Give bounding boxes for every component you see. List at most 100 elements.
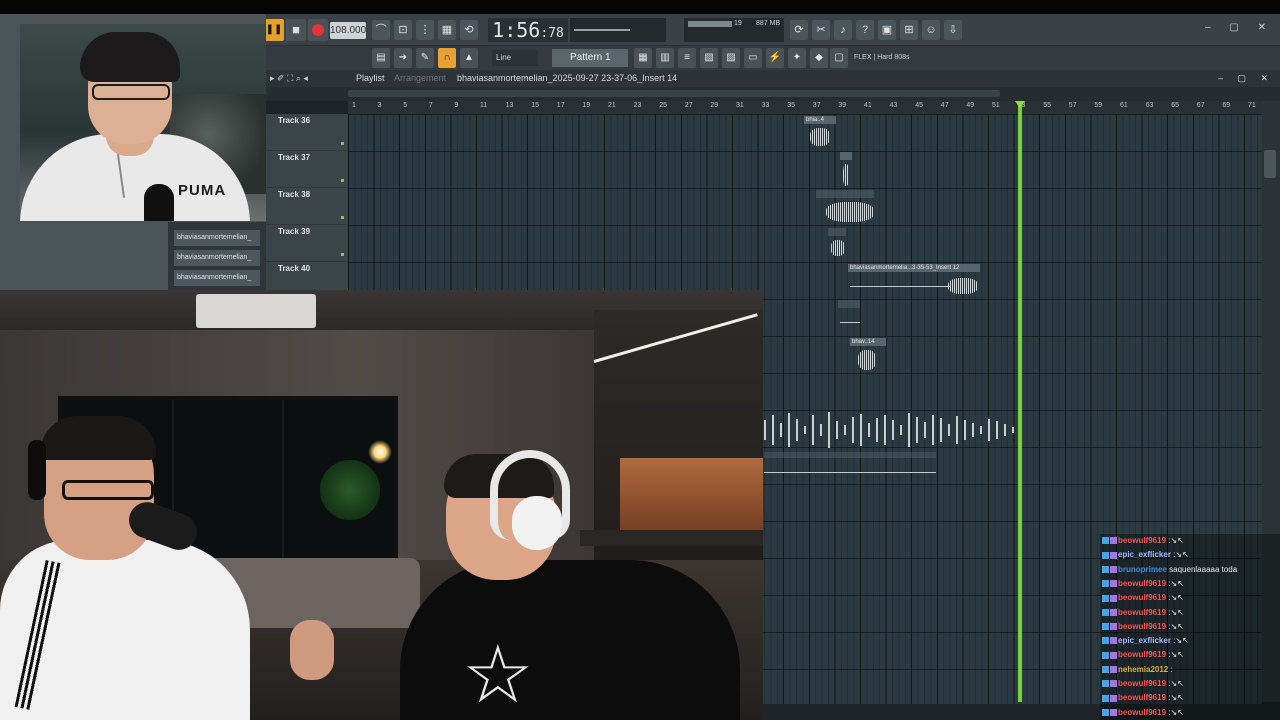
chat-username[interactable]: beowulf9619 [1118, 650, 1166, 659]
ruler-number: 9 [454, 102, 459, 109]
waveform-bar [884, 415, 886, 445]
playlist-icon[interactable]: ▦ [634, 48, 652, 68]
waveform-bar [940, 418, 942, 442]
save-icon[interactable]: ▣ [878, 20, 896, 40]
clip-waveform [843, 164, 849, 186]
wait-input-icon[interactable]: ⊡ [394, 20, 412, 40]
track-label: Track 39 [278, 227, 311, 236]
microphone-icon[interactable]: ♪ [834, 20, 852, 40]
chat-username[interactable]: epic_exflicker [1118, 636, 1171, 645]
arrangement-label[interactable]: Arrangement [394, 70, 446, 87]
track-status-dot[interactable] [341, 179, 344, 182]
browser-item[interactable]: bhaviasanmortemelian_ [174, 230, 260, 246]
snap-line-select[interactable]: Line [492, 50, 538, 66]
bird-icon[interactable]: ✦ [788, 48, 806, 68]
air-conditioner [196, 294, 316, 328]
chat-message: beowulf9619 :↘↖ [1102, 534, 1278, 548]
ruler-number: 27 [684, 102, 693, 109]
ruler-number: 31 [736, 102, 744, 109]
chat-badge-icon [1110, 580, 1117, 588]
chat-badge-icon [1110, 637, 1117, 645]
piano-roll-window-icon[interactable]: ▧ [700, 48, 718, 68]
browser-icon[interactable]: ▨ [722, 48, 740, 68]
cut-icon[interactable]: ✂ [812, 20, 830, 40]
plugin-label[interactable]: FLEX | Hard 808s [854, 50, 964, 66]
track-status-dot[interactable] [341, 216, 344, 219]
chat-username[interactable]: beowulf9619 [1118, 579, 1166, 588]
browser-item[interactable]: bhaviasanmortemelian_ [174, 250, 260, 266]
song-time-display[interactable]: 1:56:78 [488, 18, 568, 42]
audio-clip[interactable] [840, 152, 852, 188]
audio-clip[interactable]: bhav..14 [850, 338, 886, 372]
record-button[interactable] [308, 19, 328, 41]
piano-roll-icon[interactable]: ▤ [372, 48, 390, 68]
chat-username[interactable]: beowulf9619 [1118, 608, 1166, 617]
audio-clip[interactable] [828, 228, 848, 260]
audio-clip[interactable]: bhia..4 [804, 116, 836, 150]
audio-clip[interactable] [816, 190, 876, 224]
chat-username[interactable]: brunoprimee [1118, 565, 1167, 574]
file-icon[interactable]: ▭ [744, 48, 762, 68]
help-icon[interactable]: ? [856, 20, 874, 40]
playhead[interactable] [1018, 101, 1022, 702]
stop-button[interactable]: ■ [286, 19, 306, 41]
audio-clip[interactable]: bhaviasanmortemelia...3-35-53_Insert 12 [848, 264, 980, 296]
channel-rack-icon[interactable]: ▥ [656, 48, 674, 68]
audio-clip[interactable] [764, 452, 936, 482]
chat-username[interactable]: epic_exflicker [1118, 550, 1171, 559]
window-controls[interactable]: – ▢ ✕ [1205, 22, 1274, 33]
chat-username[interactable]: beowulf9619 [1118, 693, 1166, 702]
scroll-thumb[interactable] [348, 90, 1000, 97]
plugin-icon[interactable]: ⊞ [900, 20, 918, 40]
playlist-header: ▸ ✐ ⛶ ⌕ ◂ Playlist Arrangement bhaviasan… [266, 70, 1280, 87]
pause-button[interactable]: ❚❚ [264, 19, 284, 41]
playlist-tools-icon[interactable]: ▸ ✐ ⛶ ⌕ ◂ [270, 70, 308, 87]
tempo-display[interactable]: 108.000 [330, 22, 366, 39]
chat-username[interactable]: beowulf9619 [1118, 708, 1166, 717]
step-edit-icon[interactable]: ▦ [438, 20, 456, 40]
countdown-icon[interactable]: ⋮ [416, 20, 434, 40]
chat-badge-icon [1110, 594, 1117, 602]
chat-username[interactable]: beowulf9619 [1118, 593, 1166, 602]
undo-history-icon[interactable]: ⟳ [790, 20, 808, 40]
pattern-select[interactable]: Pattern 1 [552, 49, 628, 67]
download-icon[interactable]: ⇩ [944, 20, 962, 40]
chat-username[interactable]: beowulf9619 [1118, 622, 1166, 631]
chat-username[interactable]: beowulf9619 [1118, 679, 1166, 688]
browser-item[interactable]: bhaviasanmortemelian_ [174, 270, 260, 286]
clip-header [828, 228, 846, 236]
track-header[interactable]: Track 36 [266, 114, 348, 151]
metronome-icon[interactable]: ⌒ [372, 20, 390, 40]
vertical-scroll-thumb[interactable] [1264, 150, 1276, 178]
oscilloscope-display [570, 18, 666, 42]
ruler-number: 71 [1248, 102, 1256, 109]
chat-text: :↘↖ [1168, 578, 1184, 588]
track-header[interactable]: Track 39 [266, 225, 348, 262]
pencil-icon[interactable]: ✎ [416, 48, 434, 68]
ruler-number: 63 [1145, 102, 1154, 109]
ruler-number: 1 [352, 102, 356, 109]
chat-icon[interactable]: ☺ [922, 20, 940, 40]
webcam-hair [80, 32, 180, 82]
chat-username[interactable]: beowulf9619 [1118, 536, 1166, 545]
playlist-window-controls[interactable]: – ▢ ✕ [1218, 70, 1274, 87]
playhead-marker-icon[interactable] [1015, 101, 1025, 108]
track-header[interactable]: Track 38 [266, 188, 348, 225]
track-status-dot[interactable] [341, 253, 344, 256]
chat-username[interactable]: nehemia2012 [1118, 665, 1168, 674]
track-status-dot[interactable] [341, 142, 344, 145]
ruler-number: 19 [582, 102, 591, 109]
stamp-icon[interactable]: ▲ [460, 48, 478, 68]
audio-clip[interactable] [838, 300, 862, 330]
tag-icon[interactable]: ◆ [810, 48, 828, 68]
arrow-right-icon[interactable]: ➜ [394, 48, 412, 68]
box-icon[interactable]: ▢ [830, 48, 848, 68]
magnet-snap-icon[interactable]: ∩ [438, 48, 456, 68]
chat-text: :↘↖ [1168, 679, 1184, 688]
timeline-ruler[interactable]: 1 3 5 7 9 11 13 15 17 19 21 23 25 27 29 31 33 35 37 39 41 43 4… [348, 101, 1262, 114]
mixer-icon[interactable]: ≡ [678, 48, 696, 68]
chat-message: beowulf9619 :↘↖ [1102, 706, 1278, 720]
loop-record-icon[interactable]: ⟲ [460, 20, 478, 40]
plug-icon[interactable]: ⚡ [766, 48, 784, 68]
track-header[interactable]: Track 37 [266, 151, 348, 188]
